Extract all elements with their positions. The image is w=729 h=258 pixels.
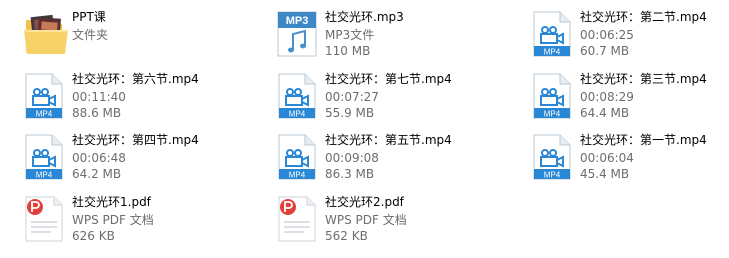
mp4-badge-text: MP4 [36, 171, 53, 180]
file-tile-mp4[interactable]: MP4 社交光环：第五节.mp4 00:09:08 86.3 MB [275, 133, 505, 191]
mp4-icon: MP4 [530, 10, 578, 58]
file-duration: 00:09:08 [325, 151, 379, 165]
file-size: 626 KB [72, 229, 115, 243]
file-duration: 00:11:40 [72, 90, 126, 104]
mp4-icon: MP4 [22, 133, 70, 181]
file-name: 社交光环：第五节.mp4 [325, 133, 452, 147]
file-duration: 00:06:25 [580, 28, 634, 42]
file-tile-mp4[interactable]: MP4 社交光环：第一节.mp4 00:06:04 45.4 MB [530, 133, 729, 191]
mp3-badge-text: MP3 [286, 15, 309, 27]
file-tile-mp4[interactable]: MP4 社交光环：第四节.mp4 00:06:48 64.2 MB [22, 133, 252, 191]
file-size: 55.9 MB [325, 106, 375, 120]
file-tile-ppt-folder[interactable]: PPT课 文件夹 [22, 10, 252, 68]
file-size: 64.2 MB [72, 167, 122, 181]
file-size: 110 MB [325, 44, 371, 58]
file-name: 社交光环.mp3 [325, 10, 404, 24]
mp4-badge-text: MP4 [544, 48, 561, 57]
file-tile-pdf[interactable]: 社交光环1.pdf WPS PDF 文档 626 KB [22, 195, 252, 253]
mp4-badge-text: MP4 [544, 110, 561, 119]
file-size: 45.4 MB [580, 167, 630, 181]
file-name: 社交光环：第二节.mp4 [580, 10, 707, 24]
file-tile-mp4[interactable]: MP4 社交光环：第二节.mp4 00:06:25 60.7 MB [530, 10, 729, 68]
file-size: 562 KB [325, 229, 368, 243]
file-tile-mp4[interactable]: MP4 社交光环：第七节.mp4 00:07:27 55.9 MB [275, 72, 505, 130]
mp4-icon: MP4 [22, 72, 70, 120]
file-size: 60.7 MB [580, 44, 630, 58]
file-size: 64.4 MB [580, 106, 630, 120]
folder-icon [22, 10, 70, 58]
file-size: 88.6 MB [72, 106, 122, 120]
file-type: WPS PDF 文档 [325, 213, 407, 227]
mp4-badge-text: MP4 [289, 110, 306, 119]
mp4-badge-text: MP4 [36, 110, 53, 119]
mp4-icon: MP4 [530, 72, 578, 120]
file-type: MP3文件 [325, 28, 375, 42]
mp3-icon: MP3 [275, 10, 323, 58]
wps-pdf-icon [22, 195, 70, 243]
file-type: 文件夹 [72, 28, 109, 42]
file-name: 社交光环：第四节.mp4 [72, 133, 199, 147]
file-name: 社交光环：第三节.mp4 [580, 72, 707, 86]
file-duration: 00:08:29 [580, 90, 634, 104]
file-name: PPT课 [72, 10, 106, 24]
file-duration: 00:06:48 [72, 151, 126, 165]
file-size: 86.3 MB [325, 167, 375, 181]
file-name: 社交光环：第七节.mp4 [325, 72, 452, 86]
mp4-badge-text: MP4 [544, 171, 561, 180]
mp4-icon: MP4 [275, 72, 323, 120]
file-tile-pdf[interactable]: 社交光环2.pdf WPS PDF 文档 562 KB [275, 195, 505, 253]
mp4-icon: MP4 [275, 133, 323, 181]
file-tile-mp3[interactable]: MP3 社交光环.mp3 MP3文件 110 MB [275, 10, 505, 68]
mp4-icon: MP4 [530, 133, 578, 181]
mp4-badge-text: MP4 [289, 171, 306, 180]
file-size [72, 43, 252, 59]
file-tile-mp4[interactable]: MP4 社交光环：第三节.mp4 00:08:29 64.4 MB [530, 72, 729, 130]
file-tile-mp4[interactable]: MP4 社交光环：第六节.mp4 00:11:40 88.6 MB [22, 72, 252, 130]
file-name: 社交光环：第一节.mp4 [580, 133, 707, 147]
file-name: 社交光环：第六节.mp4 [72, 72, 199, 86]
file-type: WPS PDF 文档 [72, 213, 154, 227]
file-tile-grid: PPT课 文件夹 MP3 社交光环.mp3 MP3文件 110 MB MP4 社… [0, 0, 729, 258]
file-name: 社交光环1.pdf [72, 195, 151, 209]
wps-pdf-icon [275, 195, 323, 243]
file-duration: 00:06:04 [580, 151, 634, 165]
file-duration: 00:07:27 [325, 90, 379, 104]
file-name: 社交光环2.pdf [325, 195, 404, 209]
